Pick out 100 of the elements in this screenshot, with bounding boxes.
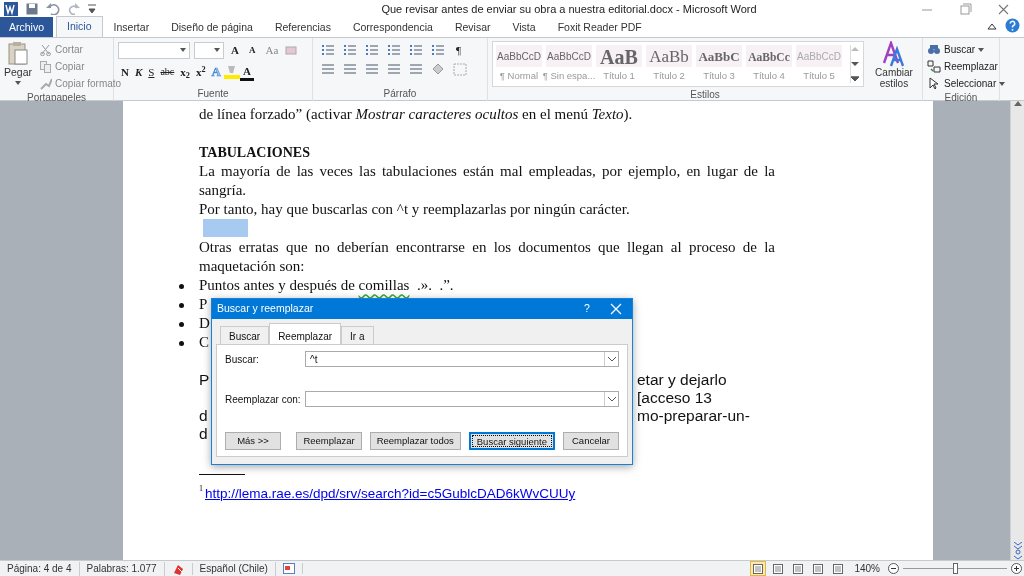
show-marks-button[interactable]: ¶ xyxy=(453,41,464,59)
window-title: Que revisar antes de enviar su obra a nuestra editorial.docx - Microsoft Word xyxy=(381,2,757,15)
body-text: La mayoría de las veces las tabulaciones están mal empleadas, por ejemplo, en lugar de la sangría. xyxy=(199,162,775,200)
dialog-button[interactable]: Buscar siguiente xyxy=(468,432,555,450)
dialog-button[interactable]: Reemplazar todos xyxy=(369,432,461,450)
replace-icon xyxy=(927,60,941,73)
dialog-title: Buscar y reemplazar xyxy=(217,301,315,317)
ribbon-command[interactable]: Buscar xyxy=(927,41,1006,58)
paste-button[interactable]: Pegar xyxy=(4,65,33,85)
list-item-text: D xyxy=(199,314,210,333)
bullet-dot xyxy=(179,284,184,289)
list-item-text: Puntos antes y después de comillas .». .”. xyxy=(199,276,454,295)
ribbon-tab[interactable]: Inicio xyxy=(56,16,103,37)
browse-object-icon[interactable] xyxy=(1013,542,1022,560)
caret-icon[interactable] xyxy=(607,396,616,402)
format-button[interactable]: x$^{2}$ xyxy=(192,63,209,81)
body-text: de línea forzado” (activar Mostrar caracteres ocultos en el menú Texto). xyxy=(199,105,634,124)
scroll-up-icon xyxy=(851,47,859,51)
caret-icon[interactable] xyxy=(15,80,21,85)
view-button[interactable] xyxy=(750,561,767,576)
justify-icon[interactable] xyxy=(387,63,401,76)
zoom-out-icon[interactable] xyxy=(888,563,899,574)
caret-icon[interactable] xyxy=(978,47,985,52)
group-label: Estilos xyxy=(689,89,721,101)
body-text: d xyxy=(199,425,208,442)
ribbon-tab[interactable]: Vista xyxy=(501,17,547,37)
caret-icon[interactable] xyxy=(214,48,220,52)
dialog-button[interactable]: Más >> xyxy=(225,432,281,450)
ribbon-command[interactable]: Reemplazar xyxy=(927,58,1006,75)
bullet-dot xyxy=(179,341,184,346)
ribbon-tab[interactable]: Revisar xyxy=(443,17,502,37)
scissors-icon xyxy=(40,43,53,56)
status-text[interactable]: Página: 4 de 4 xyxy=(7,562,72,574)
caret-icon[interactable] xyxy=(180,48,186,52)
body-text: Otras erratas que no deberían encontrarse en los documentos que llegan al proceso de la maquetación son: xyxy=(199,238,775,276)
body-text: mo-preparar-un- xyxy=(637,407,751,425)
ribbon-tab[interactable]: Correspondencia xyxy=(341,17,444,37)
format-button[interactable]: S xyxy=(145,63,158,81)
font-name-field[interactable] xyxy=(118,41,190,59)
group-label: Edición xyxy=(943,92,979,104)
clipboard-icon[interactable] xyxy=(7,41,29,65)
help-icon[interactable] xyxy=(1005,18,1020,33)
zoom-slider-thumb[interactable] xyxy=(952,563,958,574)
status-text[interactable]: Palabras: 1.077 xyxy=(86,562,157,574)
body-text: d xyxy=(199,407,208,424)
section-heading: TABULACIONES xyxy=(199,144,311,162)
field-label: Reemplazar con: xyxy=(225,392,302,407)
combo-field[interactable] xyxy=(305,391,619,407)
proofing-icon[interactable] xyxy=(171,562,185,575)
collapse-ribbon-icon[interactable] xyxy=(987,21,997,30)
list-item-text: C xyxy=(199,333,209,352)
more-icon xyxy=(851,76,859,81)
group-label: Fuente xyxy=(196,88,230,101)
ribbon-tab[interactable]: Insertar xyxy=(102,17,161,37)
pointer-icon xyxy=(927,77,941,90)
shrink-font-button[interactable]: A xyxy=(245,41,259,59)
align-left-icon[interactable] xyxy=(321,63,335,76)
dialog-tab[interactable]: Ir a xyxy=(341,326,374,344)
gallery-scrollbar[interactable] xyxy=(850,45,860,83)
dialog-button[interactable]: Reemplazar xyxy=(296,432,362,450)
binoculars-icon xyxy=(927,43,941,56)
zoom-level[interactable]: 140% xyxy=(854,561,880,576)
zoom-in-icon[interactable] xyxy=(1011,563,1022,574)
page-icon xyxy=(813,563,824,574)
vertical-scrollbar[interactable] xyxy=(1010,101,1024,560)
dialog-tab[interactable]: Buscar xyxy=(220,326,270,344)
undo-icon[interactable] xyxy=(46,3,60,15)
dialog-tab[interactable]: Reemplazar xyxy=(269,323,342,344)
scroll-down-icon xyxy=(851,61,859,66)
grow-font-button[interactable]: A xyxy=(228,41,242,59)
ribbon-tab[interactable]: Diseño de página xyxy=(160,17,264,37)
save-icon[interactable] xyxy=(26,3,38,15)
ribbon-tab[interactable]: Archivo xyxy=(0,17,53,37)
customize-toolbar-icon[interactable] xyxy=(88,4,96,14)
group-label: Portapapeles xyxy=(26,92,87,104)
help-button[interactable]: ? xyxy=(572,301,602,317)
combo-field[interactable]: ^t xyxy=(305,351,619,367)
format-button[interactable]: x$_{2}$ xyxy=(177,63,193,81)
format-button[interactable]: K xyxy=(131,63,146,81)
copy-icon xyxy=(40,60,53,73)
footnote-link[interactable]: http://lema.rae.es/dpd/srv/search?id=c5GublcDAD6kWvCUUy xyxy=(205,484,576,503)
letters-a-icon[interactable] xyxy=(882,41,906,67)
font-size-field[interactable] xyxy=(194,41,224,59)
format-button[interactable]: abc xyxy=(157,63,178,81)
bullet-dot xyxy=(179,303,184,308)
change-styles-button[interactable]: Cambiar estilos xyxy=(872,67,916,89)
text-selection xyxy=(203,219,248,237)
bullet-list-icon[interactable] xyxy=(321,43,335,57)
ribbon-command[interactable]: Cortar xyxy=(40,41,122,58)
dialog-button[interactable]: Cancelar xyxy=(563,432,619,450)
status-text[interactable]: Español (Chile) xyxy=(199,562,268,574)
close-icon[interactable] xyxy=(610,303,622,315)
body-text: P xyxy=(199,371,210,388)
macro-icon[interactable] xyxy=(282,563,295,574)
ribbon-tab[interactable]: Foxit Reader PDF xyxy=(546,17,653,37)
font-color-button[interactable]: A xyxy=(239,63,254,81)
ribbon-tab[interactable]: Referencias xyxy=(263,17,342,37)
caret-icon[interactable] xyxy=(999,81,1006,86)
ribbon-command[interactable]: Seleccionar xyxy=(927,75,1006,92)
caret-icon[interactable] xyxy=(607,356,616,362)
